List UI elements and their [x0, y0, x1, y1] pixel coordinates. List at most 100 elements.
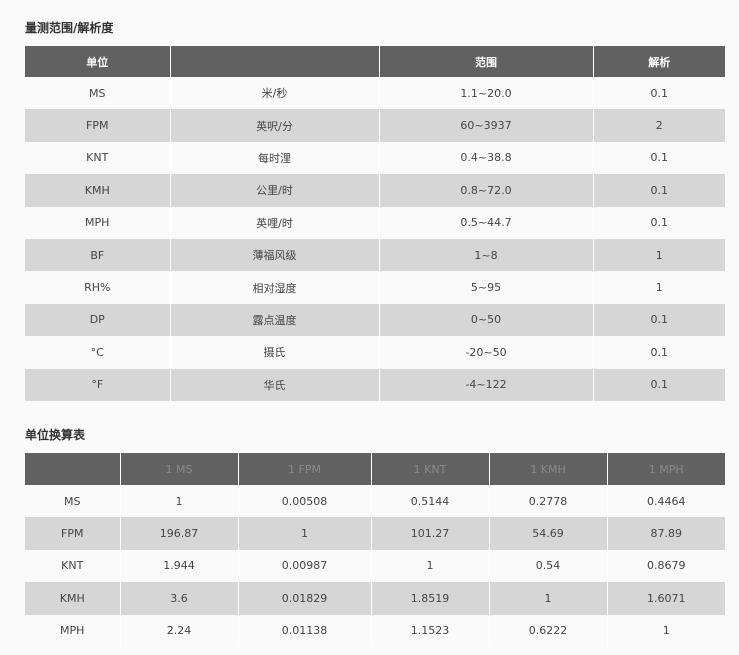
table-row: BF 薄福风级 1~8 1 — [25, 238, 725, 272]
cell-name: 相对湿度 — [170, 271, 380, 304]
range-resolution-title: 量测范围/解析度 — [25, 21, 114, 35]
cell-range: 0.5~44.7 — [379, 206, 594, 239]
cell-range: 0.4~38.8 — [379, 141, 594, 175]
cell-name: 每时浬 — [170, 141, 380, 175]
table-cell: 54.69 — [489, 517, 608, 550]
cell-unit: °C — [25, 336, 171, 369]
cell-unit: BF — [25, 238, 171, 272]
header-corner — [25, 453, 121, 485]
cell-resolution: 1 — [593, 238, 725, 272]
cell-unit: KMH — [25, 174, 171, 207]
table-row: °C 摄氏 -20~50 0.1 — [25, 336, 725, 369]
table-cell: 0.00987 — [238, 549, 372, 583]
table-cell: 0.6222 — [489, 614, 608, 647]
cell-range: 0.8~72.0 — [379, 174, 594, 207]
cell-range: 1~8 — [379, 238, 594, 272]
table-row: MS 1 0.00508 0.5144 0.2778 0.4464 — [25, 485, 725, 518]
table-cell: 0.5144 — [371, 485, 490, 518]
unit-conversion-table: 1 MS 1 FPM 1 KNT 1 KMH 1 MPH MS 1 0.0050… — [25, 453, 725, 647]
cell-range: 60~3937 — [379, 109, 594, 142]
cell-resolution: 1 — [593, 271, 725, 304]
table-cell: 87.89 — [607, 517, 725, 550]
cell-resolution: 0.1 — [593, 368, 725, 401]
cell-range: 0~50 — [379, 303, 594, 337]
row-label: KNT — [25, 549, 121, 583]
header-col: 1 KMH — [489, 453, 608, 485]
cell-name: 英哩/时 — [170, 206, 380, 239]
cell-range: -4~122 — [379, 368, 594, 401]
table-cell: 1 — [238, 517, 372, 550]
table-cell: 1.944 — [120, 549, 239, 583]
table-cell: 2.24 — [120, 614, 239, 647]
cell-name: 摄氏 — [170, 336, 380, 369]
table-row: °F 华氏 -4~122 0.1 — [25, 368, 725, 401]
table-cell: 0.2778 — [489, 485, 608, 518]
table-cell: 0.8679 — [607, 549, 725, 583]
cell-resolution: 0.1 — [593, 303, 725, 337]
table-row: KMH 3.6 0.01829 1.8519 1 1.6071 — [25, 582, 725, 615]
table-row: MPH 英哩/时 0.5~44.7 0.1 — [25, 206, 725, 239]
range-resolution-table: 单位 范围 解析 MS 米/秒 1.1~20.0 0.1 FPM 英呎/分 60… — [25, 46, 725, 401]
cell-range: -20~50 — [379, 336, 594, 369]
cell-name: 露点温度 — [170, 303, 380, 337]
table-row: DP 露点温度 0~50 0.1 — [25, 303, 725, 337]
header-col: 1 MS — [120, 453, 239, 485]
cell-unit: MPH — [25, 206, 171, 239]
cell-resolution: 0.1 — [593, 174, 725, 207]
cell-name: 公里/时 — [170, 174, 380, 207]
table-cell: 196.87 — [120, 517, 239, 550]
header-name — [170, 46, 380, 77]
table-row: FPM 196.87 1 101.27 54.69 87.89 — [25, 517, 725, 550]
table-header-row: 1 MS 1 FPM 1 KNT 1 KMH 1 MPH — [25, 453, 725, 485]
cell-unit: RH% — [25, 271, 171, 304]
cell-range: 1.1~20.0 — [379, 77, 594, 110]
cell-unit: °F — [25, 368, 171, 401]
table-cell: 1.1523 — [371, 614, 490, 647]
table-row: RH% 相对湿度 5~95 1 — [25, 271, 725, 304]
table-cell: 1 — [371, 549, 490, 583]
table-header-row: 单位 范围 解析 — [25, 46, 725, 77]
table-cell: 1.6071 — [607, 582, 725, 615]
cell-resolution: 2 — [593, 109, 725, 142]
cell-unit: FPM — [25, 109, 171, 142]
cell-unit: DP — [25, 303, 171, 337]
row-label: MS — [25, 485, 121, 518]
row-label: MPH — [25, 614, 121, 647]
cell-name: 华氏 — [170, 368, 380, 401]
cell-unit: KNT — [25, 141, 171, 175]
table-row: KMH 公里/时 0.8~72.0 0.1 — [25, 174, 725, 207]
table-cell: 1 — [607, 614, 725, 647]
header-unit: 单位 — [25, 46, 171, 77]
table-cell: 101.27 — [371, 517, 490, 550]
table-row: KNT 1.944 0.00987 1 0.54 0.8679 — [25, 549, 725, 583]
table-cell: 1 — [489, 582, 608, 615]
cell-resolution: 0.1 — [593, 336, 725, 369]
cell-range: 5~95 — [379, 271, 594, 304]
table-cell: 3.6 — [120, 582, 239, 615]
cell-name: 薄福风级 — [170, 238, 380, 272]
table-cell: 0.00508 — [238, 485, 372, 518]
table-cell: 0.01138 — [238, 614, 372, 647]
header-range: 范围 — [379, 46, 594, 77]
cell-resolution: 0.1 — [593, 206, 725, 239]
cell-name: 米/秒 — [170, 77, 380, 110]
cell-resolution: 0.1 — [593, 141, 725, 175]
table-cell: 0.01829 — [238, 582, 372, 615]
table-row: MPH 2.24 0.01138 1.1523 0.6222 1 — [25, 614, 725, 647]
header-col: 1 KNT — [371, 453, 490, 485]
table-row: MS 米/秒 1.1~20.0 0.1 — [25, 77, 725, 110]
cell-resolution: 0.1 — [593, 77, 725, 110]
header-col: 1 MPH — [607, 453, 725, 485]
table-row: KNT 每时浬 0.4~38.8 0.1 — [25, 141, 725, 175]
header-resolution: 解析 — [593, 46, 725, 77]
cell-name: 英呎/分 — [170, 109, 380, 142]
table-cell: 0.4464 — [607, 485, 725, 518]
cell-unit: MS — [25, 77, 171, 110]
table-row: FPM 英呎/分 60~3937 2 — [25, 109, 725, 142]
row-label: KMH — [25, 582, 121, 615]
row-label: FPM — [25, 517, 121, 550]
table-cell: 0.54 — [489, 549, 608, 583]
conversion-table-title: 单位换算表 — [25, 428, 86, 442]
header-col: 1 FPM — [238, 453, 372, 485]
table-cell: 1.8519 — [371, 582, 490, 615]
